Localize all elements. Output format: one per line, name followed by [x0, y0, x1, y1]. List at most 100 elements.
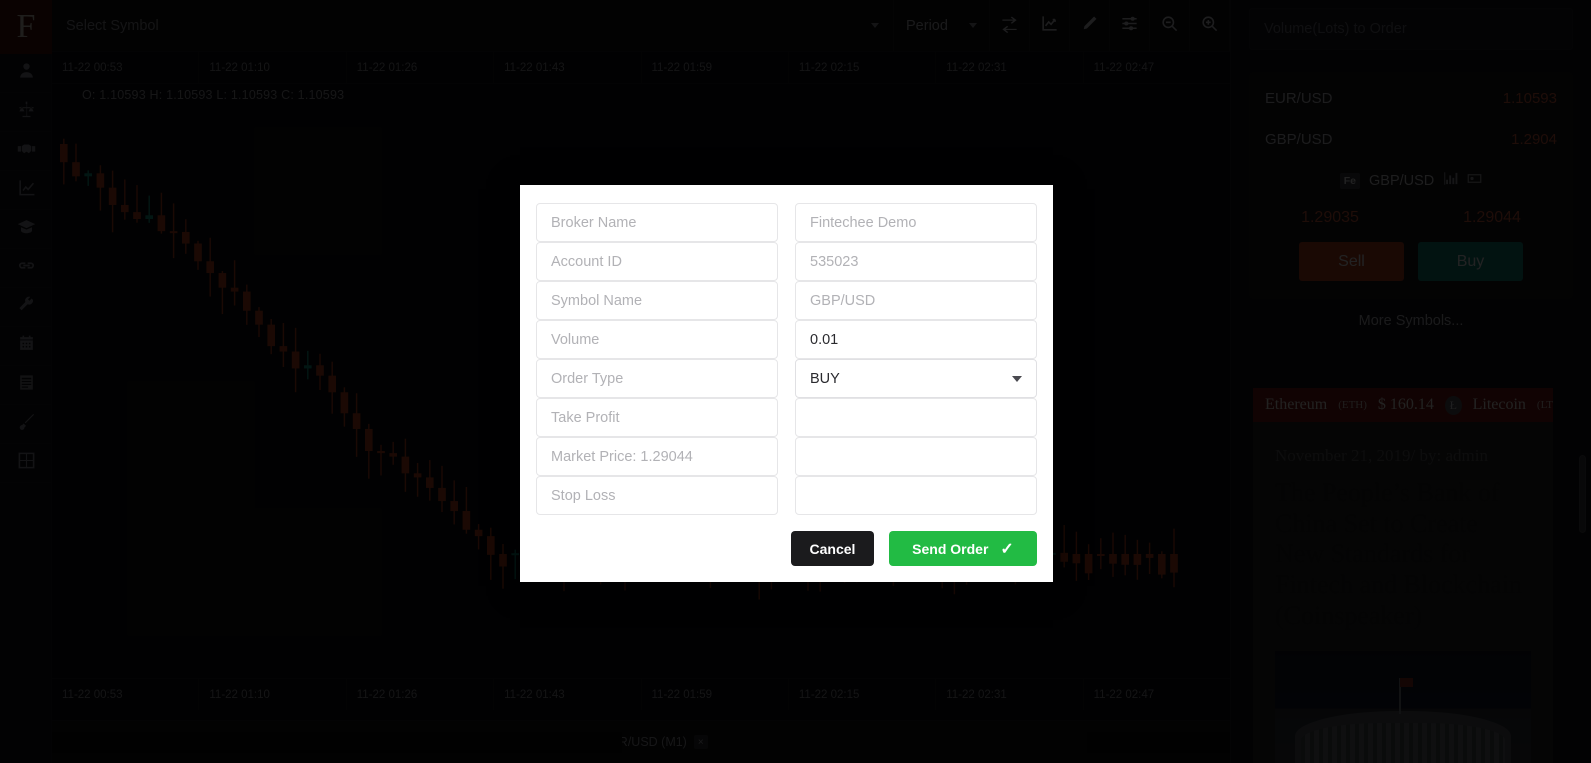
axis-tick: 11-22 01:59 — [640, 52, 788, 83]
field-value-broker-name[interactable]: Fintechee Demo — [795, 203, 1037, 242]
statusbar-segment-right — [1087, 732, 1230, 753]
take-profit-input[interactable] — [795, 398, 1037, 437]
sidebar-item-education[interactable] — [0, 210, 52, 249]
top-toolbar: Select Symbol Period — [52, 0, 1230, 52]
sell-button[interactable]: Sell — [1299, 242, 1404, 281]
detail-actions: Sell Buy — [1249, 238, 1573, 287]
field-label-market-price: Market Price: 1.29044 — [536, 437, 778, 476]
sliders-icon — [1120, 14, 1139, 38]
volume-input[interactable]: 0.01 — [795, 320, 1037, 359]
watchlist-symbol: EUR/USD — [1265, 90, 1333, 107]
status-bar: Fe EUR/USD (M1) × — [52, 720, 1230, 763]
ticker-coin-name: Ethereum — [1265, 396, 1328, 413]
link-icon — [17, 256, 36, 280]
volume-to-order-input[interactable]: Volume(Lots) to Order — [1249, 8, 1573, 50]
order-type-select[interactable]: BUY — [795, 359, 1037, 398]
axis-tick: 11-22 00:53 — [62, 61, 123, 74]
field-label-symbol-name: Symbol Name — [536, 281, 778, 320]
statusbar-segment-left — [52, 732, 622, 753]
detail-prices: 1.29035 1.29044 — [1249, 198, 1573, 238]
sidebar-item-broker[interactable] — [0, 132, 52, 171]
axis-tick: 11-22 01:59 — [640, 679, 788, 710]
swap-button[interactable] — [990, 0, 1030, 51]
calendar-icon — [17, 334, 36, 358]
send-order-button[interactable]: Send Order ✓ — [889, 531, 1037, 566]
axis-tick: 11-22 02:31 — [935, 52, 1082, 83]
axis-tick: 11-22 01:10 — [198, 52, 345, 83]
sidebar-item-account[interactable] — [0, 54, 52, 93]
period-select[interactable]: Period — [894, 0, 990, 51]
axis-tick: 11-22 02:15 — [787, 679, 935, 710]
wrench-icon — [17, 295, 36, 319]
right-panel-scrollbar[interactable] — [1579, 455, 1586, 533]
cancel-button[interactable]: Cancel — [791, 531, 874, 566]
field-label-broker-name: Broker Name — [536, 203, 778, 242]
zoom-out-button[interactable] — [1150, 0, 1190, 51]
watchlist-row[interactable]: EUR/USD 1.10593 — [1249, 78, 1573, 119]
paintbrush-icon — [17, 412, 36, 436]
money-icon[interactable] — [1467, 171, 1482, 191]
sidebar-item-calendar[interactable] — [0, 327, 52, 366]
axis-tick: 11-22 01:10 — [198, 679, 345, 710]
time-axis-bottom: 11-22 00:53 11-22 01:10 11-22 01:26 11-2… — [52, 678, 1230, 710]
sidebar-item-balance[interactable] — [0, 93, 52, 132]
watchlist-row[interactable]: GBP/USD 1.2904 — [1249, 119, 1573, 160]
indicators-button[interactable] — [1110, 0, 1150, 51]
fintechee-badge: Fe — [1339, 173, 1360, 189]
axis-tick: 11-22 01:26 — [345, 52, 493, 83]
chevron-down-icon — [1012, 375, 1022, 382]
symbol-select[interactable]: Select Symbol — [52, 0, 894, 51]
axis-tick: 11-22 00:53 — [62, 688, 123, 701]
ticker-coin-name: Litecoin — [1472, 396, 1526, 413]
document-icon — [17, 373, 36, 397]
order-form: Broker Name Fintechee Demo Account ID 53… — [520, 185, 1053, 515]
field-label-take-profit: Take Profit — [536, 398, 778, 437]
news-card: Ethereum (ETH) $ 160.14 Ł Litecoin (LT N… — [1253, 388, 1553, 763]
bar-chart-icon[interactable] — [1443, 171, 1458, 191]
field-value-symbol-name[interactable]: GBP/USD — [795, 281, 1037, 320]
pencil-icon — [1080, 14, 1099, 38]
buy-button[interactable]: Buy — [1418, 242, 1523, 281]
logo-glyph: F — [16, 8, 36, 45]
market-price-input[interactable] — [795, 437, 1037, 476]
watchlist-symbol: GBP/USD — [1265, 131, 1333, 148]
time-axis-top: 11-22 00:53 11-22 01:10 11-22 01:26 11-2… — [52, 52, 1230, 84]
sidebar-item-connect[interactable] — [0, 249, 52, 288]
handshake-icon — [17, 139, 36, 163]
sidebar-item-analysis[interactable] — [0, 171, 52, 210]
field-label-volume: Volume — [536, 320, 778, 359]
ticker-coin-price: $ 160.14 — [1377, 396, 1434, 413]
building-columns — [1300, 723, 1506, 763]
check-icon: ✓ — [1000, 540, 1014, 558]
chevron-down-icon — [871, 23, 879, 28]
news-title[interactable]: The People’s Bank of China Set to Create… — [1275, 478, 1531, 631]
chart-type-button[interactable] — [1030, 0, 1070, 51]
app-logo[interactable]: F — [0, 0, 52, 54]
scales-icon — [17, 100, 36, 124]
more-symbols-link[interactable]: More Symbols... — [1231, 313, 1591, 329]
watchlist-detail: Fe GBP/USD 1.29035 1.29044 Sell Buy — [1249, 160, 1573, 287]
draw-button[interactable] — [1070, 0, 1110, 51]
stop-loss-input[interactable] — [795, 476, 1037, 515]
swap-icon — [1000, 14, 1019, 38]
watchlist-price: 1.10593 — [1502, 90, 1557, 107]
zoom-in-button[interactable] — [1190, 0, 1230, 51]
right-panel: Volume(Lots) to Order EUR/USD 1.10593 GB… — [1230, 0, 1591, 763]
graduation-cap-icon — [17, 217, 36, 241]
field-label-order-type: Order Type — [536, 359, 778, 398]
sidebar-item-news[interactable] — [0, 366, 52, 405]
chart-icon — [1040, 14, 1059, 38]
sidebar-item-layout[interactable] — [0, 444, 52, 483]
watchlist: EUR/USD 1.10593 GBP/USD 1.2904 Fe GBP/US… — [1249, 72, 1573, 299]
period-label: Period — [906, 17, 948, 34]
watchlist-price: 1.2904 — [1511, 131, 1557, 148]
sidebar-item-tools[interactable] — [0, 288, 52, 327]
axis-tick: 11-22 01:43 — [493, 52, 640, 83]
sidebar-item-theme[interactable] — [0, 405, 52, 444]
grid-icon — [17, 451, 36, 475]
field-value-account-id[interactable]: 535023 — [795, 242, 1037, 281]
volume-placeholder: Volume(Lots) to Order — [1264, 21, 1407, 37]
axis-tick: 11-22 02:15 — [787, 52, 935, 83]
crypto-ticker[interactable]: Ethereum (ETH) $ 160.14 Ł Litecoin (LT — [1253, 388, 1553, 422]
close-icon[interactable]: × — [693, 735, 708, 749]
